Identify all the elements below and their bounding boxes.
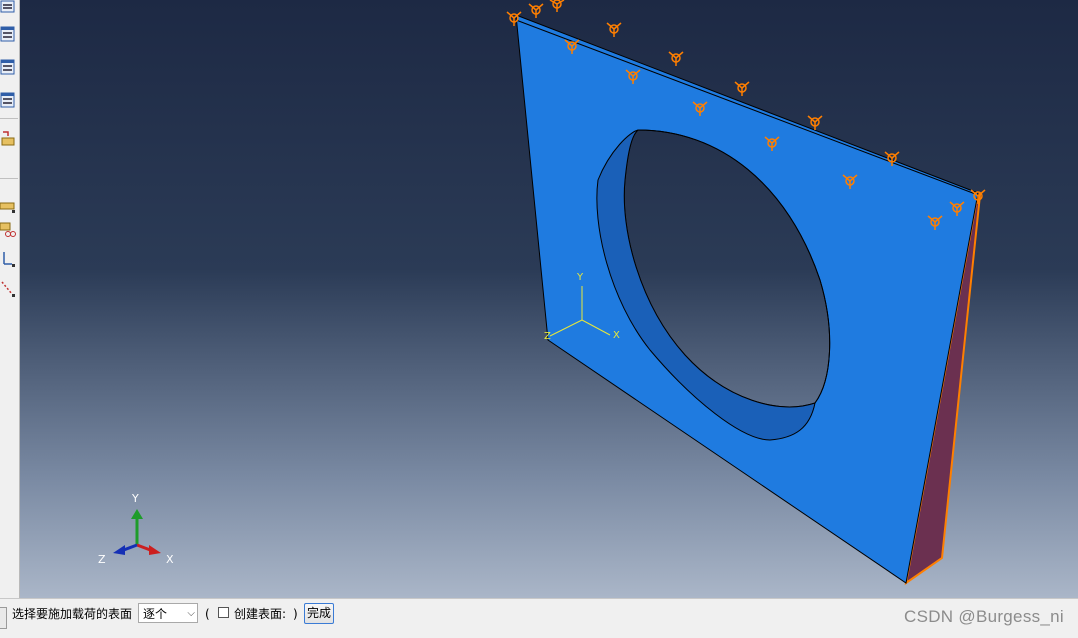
watermark: CSDN @Burgess_ni [904,607,1064,626]
viewport[interactable]: Y X Z Y X Z [20,0,1078,598]
part-front-face[interactable] [515,14,979,584]
prompt-area: 选择要施加载荷的表面 逐个 ⌵ ( 创建表面: ) 完成 CSDN @Burge… [0,598,1078,638]
predefined-field-manager-icon[interactable] [0,59,16,77]
bc-symbol [549,0,565,12]
create-surface-checkbox[interactable] [218,607,229,618]
model-csys-y-label: Y [577,272,584,283]
model-canvas[interactable] [20,0,1078,598]
selection-mode-value: 逐个 [143,607,168,621]
chevron-down-icon: ⌵ [187,608,195,619]
selection-mode-select[interactable]: 逐个 ⌵ [138,603,198,623]
load-manager-icon[interactable] [0,0,16,18]
paren-close: ) [293,607,298,621]
bc-symbol [606,22,622,37]
view-triad [113,509,161,555]
toolbox-separator [0,178,18,179]
create-load-icon[interactable] [0,197,16,215]
toolbox-separator [0,118,18,119]
bc-symbol [734,81,750,96]
create-csys-icon[interactable] [0,280,16,298]
create-bc-icon[interactable] [0,221,16,239]
toolbox [0,0,20,598]
model-csys-z-label: Z [544,331,551,342]
triad-y-arrow [131,509,143,519]
triad-z-label: Z [98,553,106,566]
bc-symbol [528,3,544,18]
prompt-label: 选择要施加载荷的表面 [12,607,133,621]
paren-open: ( [205,607,210,621]
triad-z-arrow [113,545,125,555]
create-predefined-field-icon[interactable] [0,250,16,268]
create-surface-label: 创建表面: [234,607,287,621]
bc-symbol [668,51,684,66]
load-case-manager-icon[interactable] [0,92,16,110]
done-button[interactable]: 完成 [304,603,334,624]
triad-x-label: X [166,553,174,566]
model-csys-x-label: X [613,330,620,341]
triad-x-arrow [149,545,161,555]
prompt-cancel-handle[interactable] [0,607,7,629]
field-output-icon[interactable] [0,130,16,148]
bc-manager-icon[interactable] [0,26,16,44]
triad-y-label: Y [132,492,139,505]
